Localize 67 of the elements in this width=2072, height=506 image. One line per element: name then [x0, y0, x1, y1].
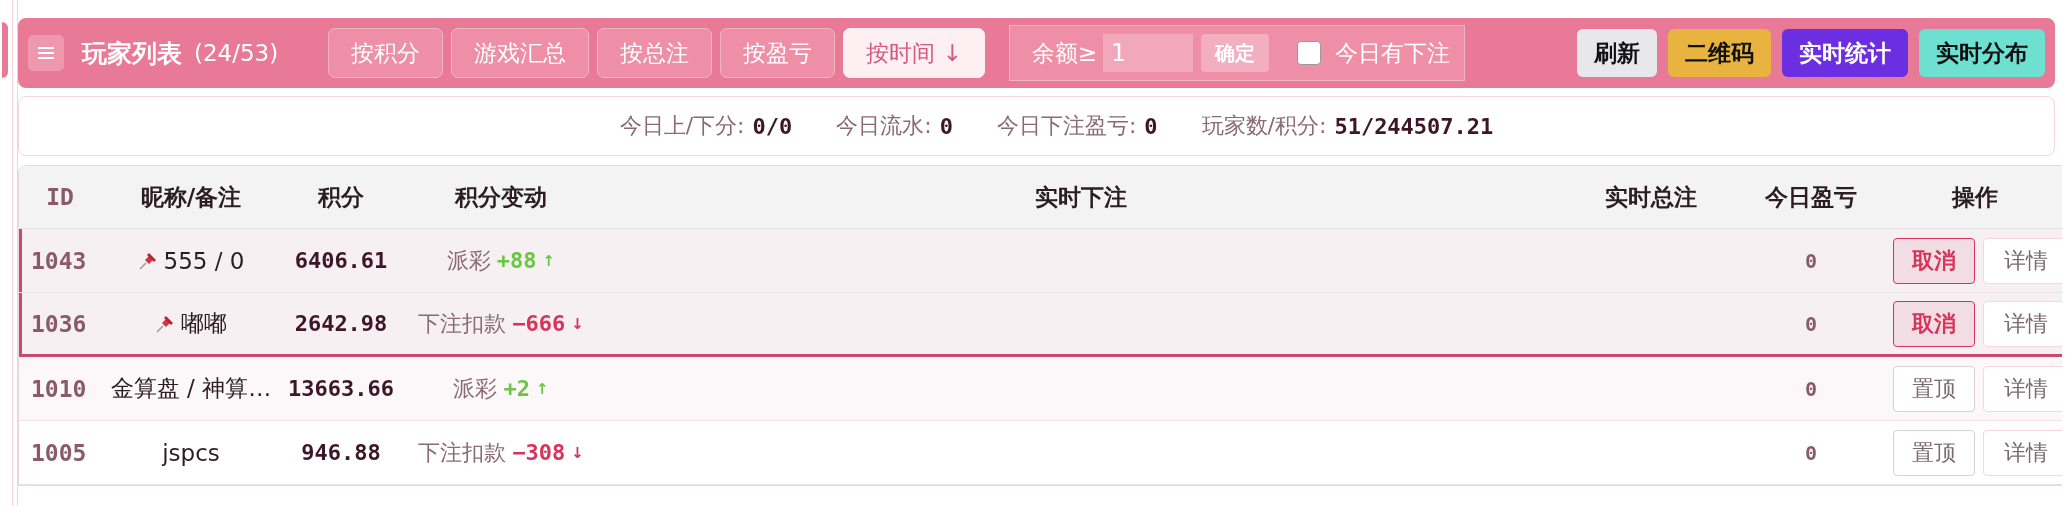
- player-id: 1005: [31, 439, 87, 466]
- player-nickname: 嘟嘟: [181, 309, 227, 338]
- details-button[interactable]: 详情: [1983, 237, 2062, 284]
- player-nickname: 555 / 0: [163, 247, 245, 274]
- checkbox[interactable]: [1297, 41, 1322, 65]
- details-button[interactable]: 详情: [1983, 300, 2062, 347]
- today-profit: 0: [1804, 248, 1817, 273]
- column-header: 实时总注: [1605, 183, 1697, 210]
- page-title: 玩家列表: [82, 37, 182, 70]
- player-id: 1043: [31, 247, 87, 274]
- change-amount: +2: [503, 376, 530, 401]
- change-arrow: ↑: [535, 379, 549, 398]
- details-button[interactable]: 详情: [1983, 429, 2062, 476]
- stat-label: 今日流水:: [836, 112, 932, 140]
- column-header: 今日盈亏: [1765, 183, 1857, 210]
- unpin-button[interactable]: 取消: [1893, 237, 1975, 284]
- change-amount: −666: [512, 311, 566, 336]
- stat-value: 0/0: [752, 113, 793, 139]
- today-profit: 0: [1804, 440, 1817, 465]
- player-id: 1010: [31, 375, 87, 402]
- column-header: 操作: [1952, 183, 1998, 210]
- change-label: 下注扣款: [418, 309, 507, 338]
- menu-button[interactable]: [28, 35, 64, 71]
- change-arrow: ↓: [571, 314, 584, 333]
- change-label: 派彩: [453, 374, 498, 403]
- player-points: 6406.61: [294, 248, 388, 273]
- menu-icon: [38, 46, 54, 60]
- player-id: 1036: [31, 310, 87, 337]
- today-profit: 0: [1804, 376, 1817, 401]
- pin-button[interactable]: 置顶: [1893, 365, 1975, 412]
- stat-value: 0: [1144, 113, 1158, 139]
- change-label: 派彩: [446, 246, 491, 275]
- sort-tab[interactable]: 按时间 ↓: [843, 28, 985, 78]
- change-arrow: ↑: [542, 251, 556, 270]
- today-profit: 0: [1804, 311, 1817, 336]
- stat-label: 今日上/下分:: [619, 112, 745, 140]
- pin-icon: [137, 250, 158, 271]
- column-header: 积分: [318, 183, 364, 210]
- column-header: 昵称/备注: [140, 183, 242, 210]
- change-amount: −308: [512, 440, 566, 465]
- stat-label: 玩家数/积分:: [1201, 112, 1327, 140]
- player-points: 946.88: [301, 440, 381, 465]
- change-label: 下注扣款: [418, 438, 507, 467]
- stat-value: 51/244507.21: [1334, 113, 1494, 139]
- player-nickname: jspcs: [162, 439, 220, 466]
- player-nickname: 金算盘 / 神算…: [110, 374, 272, 403]
- player-points: 13663.66: [288, 376, 394, 401]
- checkbox-label: 今日有下注: [1335, 38, 1451, 68]
- action-button[interactable]: 实时分布: [1919, 29, 2045, 77]
- pin-button[interactable]: 置顶: [1893, 429, 1975, 476]
- player-points: 2642.98: [294, 311, 388, 336]
- column-header: 实时下注: [1035, 183, 1127, 210]
- action-button[interactable]: 二维码: [1668, 29, 1771, 77]
- column-header: 积分变动: [455, 183, 547, 210]
- stat-label: 今日下注盈亏:: [996, 112, 1137, 140]
- unpin-button[interactable]: 取消: [1893, 300, 1975, 347]
- action-button[interactable]: 实时统计: [1782, 29, 1908, 77]
- pin-icon: [155, 313, 175, 334]
- stat-value: 0: [939, 113, 953, 139]
- change-amount: +88: [496, 248, 537, 273]
- details-button[interactable]: 详情: [1983, 365, 2062, 412]
- action-button[interactable]: 刷新: [1577, 29, 1657, 77]
- player-count: (24/53): [194, 40, 279, 66]
- filter-label: 余额≥: [1031, 38, 1098, 68]
- side-tab[interactable]: [2, 22, 9, 78]
- column-header: ID: [46, 184, 74, 210]
- change-arrow: ↓: [571, 443, 584, 462]
